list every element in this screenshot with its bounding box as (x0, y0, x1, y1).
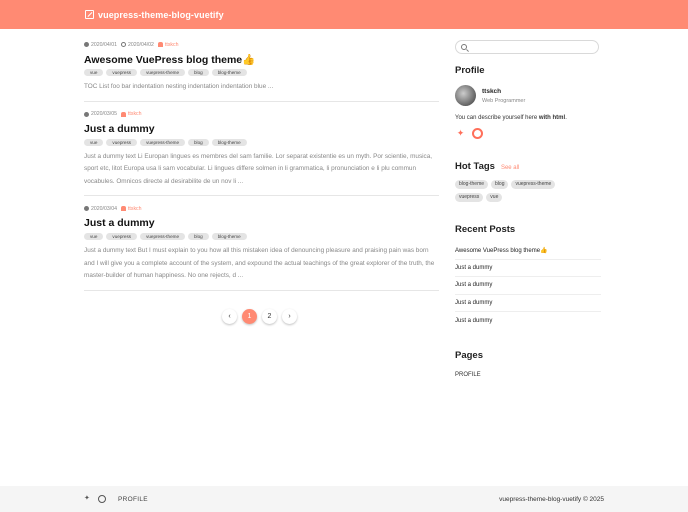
tag-chip[interactable]: blog-theme (455, 180, 489, 189)
tag-chip[interactable]: blog (188, 138, 209, 146)
post-tags: vue vuepress vuepress-theme blog blog-th… (84, 138, 439, 147)
footer-profile-link[interactable]: PROFILE (118, 496, 148, 503)
avatar (455, 85, 476, 106)
post-tags: vue vuepress vuepress-theme blog blog-th… (84, 233, 439, 241)
post-card: 2020/04/01 2020/04/02 ttskch Awesome Vue… (84, 40, 439, 102)
created-date: 2020/03/04 (91, 205, 117, 212)
tag-chip[interactable]: vuepress-theme (140, 69, 185, 76)
pages-section: Pages PROFILE (455, 350, 601, 378)
tag-chip[interactable]: blog-theme (211, 69, 247, 76)
post-excerpt: Just a dummy text Li Europan lingues es … (84, 152, 433, 185)
recent-post-link[interactable]: Just a dummy (455, 277, 601, 295)
post-tags: vue vuepress vuepress-theme blog blog-th… (84, 69, 439, 77)
post-card: 2020/03/05 ttskch Just a dummy vue vuepr… (84, 110, 439, 196)
refresh-icon (120, 42, 126, 47)
tag-chip[interactable]: blog (188, 69, 209, 76)
author-link[interactable]: ttskch (128, 206, 142, 212)
tag-chip[interactable]: vuepress (106, 233, 138, 240)
profile-description: You can describe yourself here with html… (455, 115, 567, 121)
social-links: ✦ (455, 128, 601, 139)
recent-post-link[interactable]: Just a dummy (455, 260, 601, 277)
sidebar: Profile ttskch Web Programmer You can de… (455, 40, 601, 378)
search-box[interactable] (455, 40, 599, 54)
recent-posts-section: Recent Posts Awesome VuePress blog theme… (455, 224, 601, 330)
updated-date: 2020/04/02 (127, 41, 154, 48)
see-all-link[interactable]: See all (501, 165, 519, 171)
tag-chip[interactable]: vuepress-theme (511, 180, 556, 189)
recent-post-link[interactable]: Just a dummy (455, 312, 601, 330)
tag-chip[interactable]: vuepress (106, 138, 138, 146)
twitter-icon[interactable]: ✦ (84, 495, 92, 503)
created-date: 2020/04/01 (91, 41, 117, 48)
post-excerpt: TOC List foo bar indentation nesting ind… (84, 83, 274, 90)
post-title-link[interactable]: Just a dummy (84, 217, 439, 231)
tag-chip[interactable]: blog-theme (211, 138, 247, 146)
user-icon (120, 206, 126, 211)
tag-chip[interactable]: vue (84, 233, 104, 240)
tag-chip[interactable]: vuepress-theme (140, 138, 185, 146)
recent-post-link[interactable]: Awesome VuePress blog theme👍 (455, 242, 601, 260)
footer: ✦ PROFILE vuepress-theme-blog-vuetify © … (0, 486, 688, 512)
twitter-icon[interactable]: ✦ (455, 128, 466, 139)
tag-chip[interactable]: vue (84, 138, 104, 146)
post-card: 2020/03/04 ttskch Just a dummy vue vuepr… (84, 204, 439, 291)
page-link-profile[interactable]: PROFILE (455, 372, 601, 378)
hot-tags-heading: Hot Tags (455, 161, 495, 172)
user-icon (157, 42, 163, 47)
recent-post-link[interactable]: Just a dummy (455, 295, 601, 312)
clock-icon (84, 42, 89, 47)
hot-tags-section: Hot Tags See all blog-theme blog vuepress… (455, 161, 601, 202)
page-button-1[interactable]: 1 (242, 309, 257, 324)
post-title-link[interactable]: Awesome VuePress blog theme👍 (84, 53, 439, 67)
author-link[interactable]: ttskch (165, 42, 179, 48)
tag-chip[interactable]: blog (188, 233, 209, 240)
tag-chip[interactable]: blog-theme (211, 233, 247, 240)
tag-chip[interactable]: vue (486, 193, 503, 202)
clock-icon (84, 111, 89, 117)
profile-role: Web Programmer (482, 97, 526, 104)
author-link[interactable]: ttskch (128, 111, 142, 117)
prev-page-button[interactable]: ‹ (222, 309, 237, 324)
recent-posts-heading: Recent Posts (455, 224, 516, 235)
tag-chip[interactable]: blog (491, 180, 509, 189)
created-date: 2020/03/05 (91, 111, 117, 117)
post-excerpt: Just a dummy text But I must explain to … (84, 247, 435, 279)
tag-chip[interactable]: vue (84, 69, 104, 76)
profile-heading: Profile (455, 65, 485, 76)
profile-name: ttskch (482, 87, 502, 95)
edit-icon (85, 10, 94, 19)
clock-icon (84, 206, 89, 211)
post-meta: 2020/04/01 2020/04/02 ttskch (84, 40, 439, 49)
search-input[interactable] (471, 44, 591, 50)
tag-cloud: blog-theme blog vuepress-theme vuepress … (455, 180, 585, 202)
github-icon[interactable] (472, 128, 483, 139)
user-icon (120, 111, 126, 117)
tag-chip[interactable]: vuepress-theme (140, 233, 185, 240)
github-icon[interactable] (98, 495, 106, 503)
pages-heading: Pages (455, 349, 483, 361)
tag-chip[interactable]: vuepress (106, 69, 138, 76)
post-title-link[interactable]: Just a dummy (84, 123, 439, 137)
copyright: vuepress-theme-blog-vuetify © 2025 (499, 495, 604, 503)
page-button-2[interactable]: 2 (262, 309, 277, 324)
site-title[interactable]: vuepress-theme-blog-vuetify (98, 10, 224, 20)
post-meta: 2020/03/04 ttskch (84, 204, 439, 213)
profile-section: Profile ttskch Web Programmer You can de… (455, 65, 601, 139)
post-meta: 2020/03/05 ttskch (84, 110, 439, 119)
pagination: ‹ 1 2 › (222, 309, 297, 324)
search-icon (461, 44, 467, 50)
app-bar: vuepress-theme-blog-vuetify (0, 0, 688, 29)
post-list: 2020/04/01 2020/04/02 ttskch Awesome Vue… (84, 40, 439, 299)
next-page-button[interactable]: › (282, 309, 297, 324)
tag-chip[interactable]: vuepress (455, 193, 484, 202)
